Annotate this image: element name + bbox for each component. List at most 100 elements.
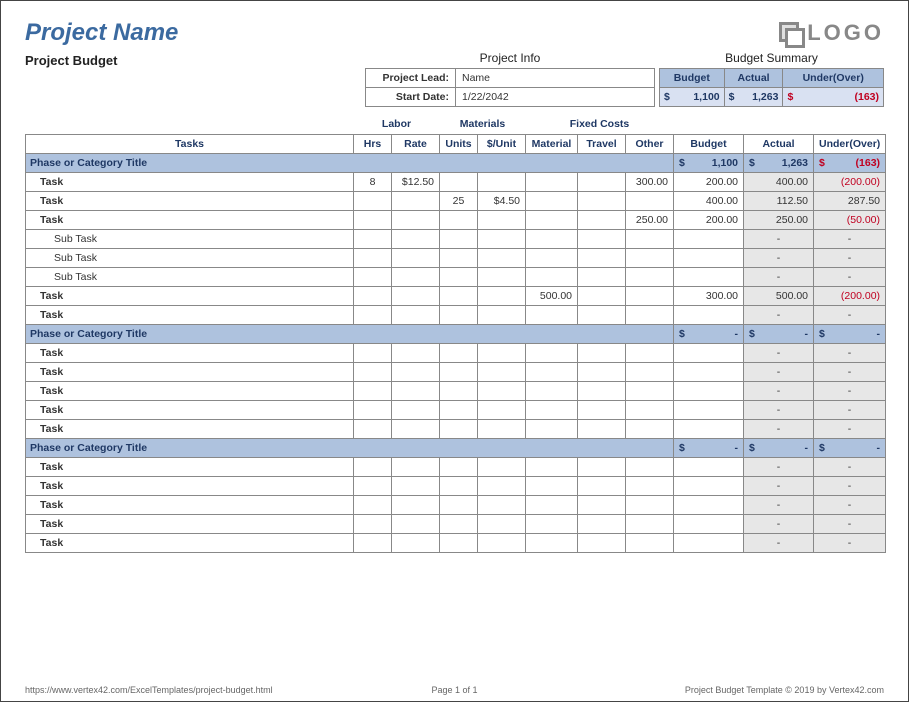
cell-travel[interactable]: [578, 495, 626, 514]
cell-rate[interactable]: [392, 343, 440, 362]
row-name[interactable]: Sub Task: [26, 267, 354, 286]
cell-material[interactable]: [526, 362, 578, 381]
cell-hrs[interactable]: [354, 419, 392, 438]
cell-hrs[interactable]: [354, 362, 392, 381]
cell-travel[interactable]: [578, 514, 626, 533]
cell-budget[interactable]: [674, 533, 744, 552]
cell-hrs[interactable]: [354, 191, 392, 210]
cell-units[interactable]: [440, 514, 478, 533]
row-name[interactable]: Task: [26, 419, 354, 438]
cell-other[interactable]: [626, 248, 674, 267]
cell-other[interactable]: 250.00: [626, 210, 674, 229]
cell-perunit[interactable]: [478, 305, 526, 324]
cell-budget[interactable]: [674, 267, 744, 286]
cell-perunit[interactable]: [478, 343, 526, 362]
cell-other[interactable]: [626, 495, 674, 514]
cell-material[interactable]: [526, 305, 578, 324]
cell-units[interactable]: [440, 457, 478, 476]
cell-rate[interactable]: [392, 286, 440, 305]
cell-material[interactable]: [526, 210, 578, 229]
row-name[interactable]: Task: [26, 210, 354, 229]
cell-travel[interactable]: [578, 476, 626, 495]
cell-perunit[interactable]: [478, 267, 526, 286]
cell-hrs[interactable]: [354, 514, 392, 533]
cell-rate[interactable]: [392, 514, 440, 533]
cell-budget[interactable]: 300.00: [674, 286, 744, 305]
cell-hrs[interactable]: [354, 343, 392, 362]
cell-material[interactable]: [526, 533, 578, 552]
cell-other[interactable]: 300.00: [626, 172, 674, 191]
row-name[interactable]: Sub Task: [26, 248, 354, 267]
cell-travel[interactable]: [578, 191, 626, 210]
cell-rate[interactable]: [392, 400, 440, 419]
cell-other[interactable]: [626, 343, 674, 362]
cell-other[interactable]: [626, 362, 674, 381]
cell-other[interactable]: [626, 286, 674, 305]
cell-other[interactable]: [626, 305, 674, 324]
cell-hrs[interactable]: [354, 457, 392, 476]
lead-value[interactable]: Name: [456, 69, 655, 88]
row-name[interactable]: Task: [26, 191, 354, 210]
cell-perunit[interactable]: [478, 229, 526, 248]
cell-material[interactable]: [526, 400, 578, 419]
cell-hrs[interactable]: [354, 533, 392, 552]
cell-hrs[interactable]: [354, 495, 392, 514]
row-name[interactable]: Task: [26, 362, 354, 381]
cell-budget[interactable]: [674, 495, 744, 514]
cell-rate[interactable]: [392, 495, 440, 514]
cell-rate[interactable]: [392, 533, 440, 552]
cell-perunit[interactable]: [478, 400, 526, 419]
cell-material[interactable]: [526, 248, 578, 267]
row-name[interactable]: Task: [26, 172, 354, 191]
cell-budget[interactable]: 400.00: [674, 191, 744, 210]
cell-units[interactable]: 25: [440, 191, 478, 210]
row-name[interactable]: Task: [26, 305, 354, 324]
cell-other[interactable]: [626, 419, 674, 438]
cell-budget[interactable]: [674, 229, 744, 248]
row-name[interactable]: Task: [26, 381, 354, 400]
cell-rate[interactable]: [392, 419, 440, 438]
phase-title[interactable]: Phase or Category Title: [26, 324, 674, 343]
cell-perunit[interactable]: $4.50: [478, 191, 526, 210]
cell-hrs[interactable]: [354, 267, 392, 286]
cell-other[interactable]: [626, 476, 674, 495]
cell-perunit[interactable]: [478, 210, 526, 229]
phase-title[interactable]: Phase or Category Title: [26, 153, 674, 172]
cell-perunit[interactable]: [478, 286, 526, 305]
cell-material[interactable]: [526, 229, 578, 248]
cell-units[interactable]: [440, 533, 478, 552]
cell-travel[interactable]: [578, 362, 626, 381]
row-name[interactable]: Task: [26, 533, 354, 552]
cell-material[interactable]: [526, 172, 578, 191]
cell-travel[interactable]: [578, 381, 626, 400]
cell-material[interactable]: 500.00: [526, 286, 578, 305]
cell-material[interactable]: [526, 267, 578, 286]
cell-travel[interactable]: [578, 533, 626, 552]
row-name[interactable]: Task: [26, 514, 354, 533]
cell-rate[interactable]: [392, 305, 440, 324]
row-name[interactable]: Task: [26, 495, 354, 514]
row-name[interactable]: Task: [26, 286, 354, 305]
cell-units[interactable]: [440, 476, 478, 495]
cell-travel[interactable]: [578, 419, 626, 438]
cell-material[interactable]: [526, 495, 578, 514]
start-value[interactable]: 1/22/2042: [456, 88, 655, 107]
cell-material[interactable]: [526, 191, 578, 210]
phase-title[interactable]: Phase or Category Title: [26, 438, 674, 457]
cell-rate[interactable]: [392, 362, 440, 381]
cell-material[interactable]: [526, 476, 578, 495]
row-name[interactable]: Sub Task: [26, 229, 354, 248]
cell-hrs[interactable]: [354, 476, 392, 495]
cell-units[interactable]: [440, 495, 478, 514]
cell-perunit[interactable]: [478, 533, 526, 552]
cell-units[interactable]: [440, 400, 478, 419]
cell-rate[interactable]: [392, 267, 440, 286]
cell-material[interactable]: [526, 381, 578, 400]
cell-perunit[interactable]: [478, 381, 526, 400]
cell-travel[interactable]: [578, 400, 626, 419]
cell-other[interactable]: [626, 400, 674, 419]
cell-budget[interactable]: 200.00: [674, 172, 744, 191]
cell-travel[interactable]: [578, 286, 626, 305]
cell-travel[interactable]: [578, 267, 626, 286]
cell-other[interactable]: [626, 514, 674, 533]
